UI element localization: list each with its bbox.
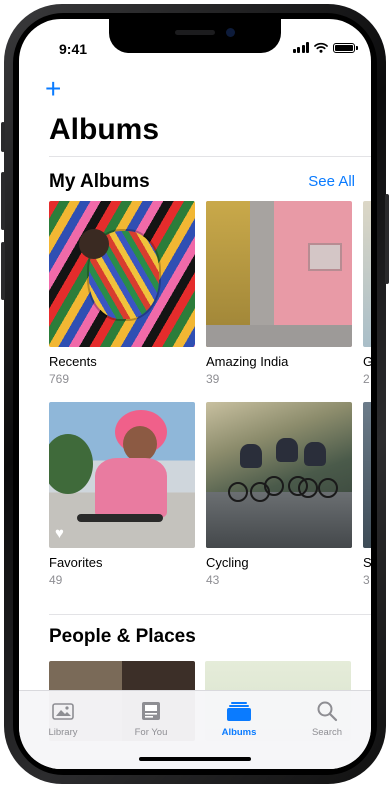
my-albums-heading: My Albums — [49, 171, 150, 192]
speaker-grille — [175, 30, 215, 35]
add-album-button[interactable]: + — [45, 75, 61, 103]
album-cycling[interactable]: Cycling 43 — [206, 402, 352, 587]
album-name: Recents — [49, 354, 97, 369]
heart-icon: ♥ — [55, 525, 64, 542]
album-name: S — [363, 555, 371, 570]
volume-up-button — [1, 172, 5, 230]
album-amazing-india[interactable]: Amazing India 39 — [206, 201, 352, 386]
for-you-icon — [138, 700, 164, 722]
tab-label: Albums — [221, 727, 257, 738]
mute-switch — [1, 122, 5, 152]
album-favorites[interactable]: ♥ Favorites 49 — [49, 402, 195, 587]
tab-label: Library — [48, 727, 78, 738]
album-thumbnail — [363, 201, 371, 347]
album-name: Cycling — [206, 555, 249, 570]
front-camera-icon — [226, 28, 235, 37]
album-count: 43 — [206, 573, 220, 587]
tab-library[interactable]: Library — [19, 691, 107, 769]
battery-icon — [333, 43, 358, 53]
tab-search[interactable]: Search — [283, 691, 371, 769]
tab-bar: Library For You Albums Search — [19, 690, 371, 769]
album-count: 49 — [49, 573, 63, 587]
tab-label: For You — [134, 727, 168, 738]
tab-label: Search — [311, 727, 343, 738]
search-icon — [314, 700, 340, 722]
album-thumbnail — [363, 402, 371, 548]
album-name: Favorites — [49, 555, 103, 570]
volume-down-button — [1, 242, 5, 300]
screen: 9:41 + Albums My Albums See All Recents … — [19, 19, 371, 769]
albums-icon — [226, 700, 252, 722]
people-places-heading: People & Places — [49, 626, 196, 647]
title-divider — [49, 156, 371, 157]
notch — [109, 19, 281, 53]
signal-icon — [292, 42, 309, 53]
status-icons — [292, 42, 358, 53]
album-recents[interactable]: Recents 769 — [49, 201, 195, 386]
album-count: 3 — [363, 573, 370, 587]
album-thumbnail — [49, 201, 195, 347]
album-name: G — [363, 354, 371, 369]
wifi-icon — [314, 42, 328, 53]
album-count: 39 — [206, 372, 220, 386]
album-thumbnail: ♥ — [49, 402, 195, 548]
album-thumbnail — [206, 201, 352, 347]
power-button — [385, 194, 389, 284]
album-thumbnail — [206, 402, 352, 548]
page-title: Albums — [49, 113, 160, 146]
status-time: 9:41 — [59, 41, 88, 57]
album-count: 769 — [49, 372, 70, 386]
album-peek-third[interactable]: G 2 — [363, 201, 371, 386]
album-name: Amazing India — [206, 354, 289, 369]
home-indicator[interactable] — [139, 757, 251, 761]
section-divider — [49, 614, 371, 615]
see-all-button[interactable]: See All — [308, 173, 355, 190]
album-count: 2 — [363, 372, 370, 386]
album-peek-sixth[interactable]: S 3 — [363, 402, 371, 587]
library-icon — [50, 700, 76, 722]
